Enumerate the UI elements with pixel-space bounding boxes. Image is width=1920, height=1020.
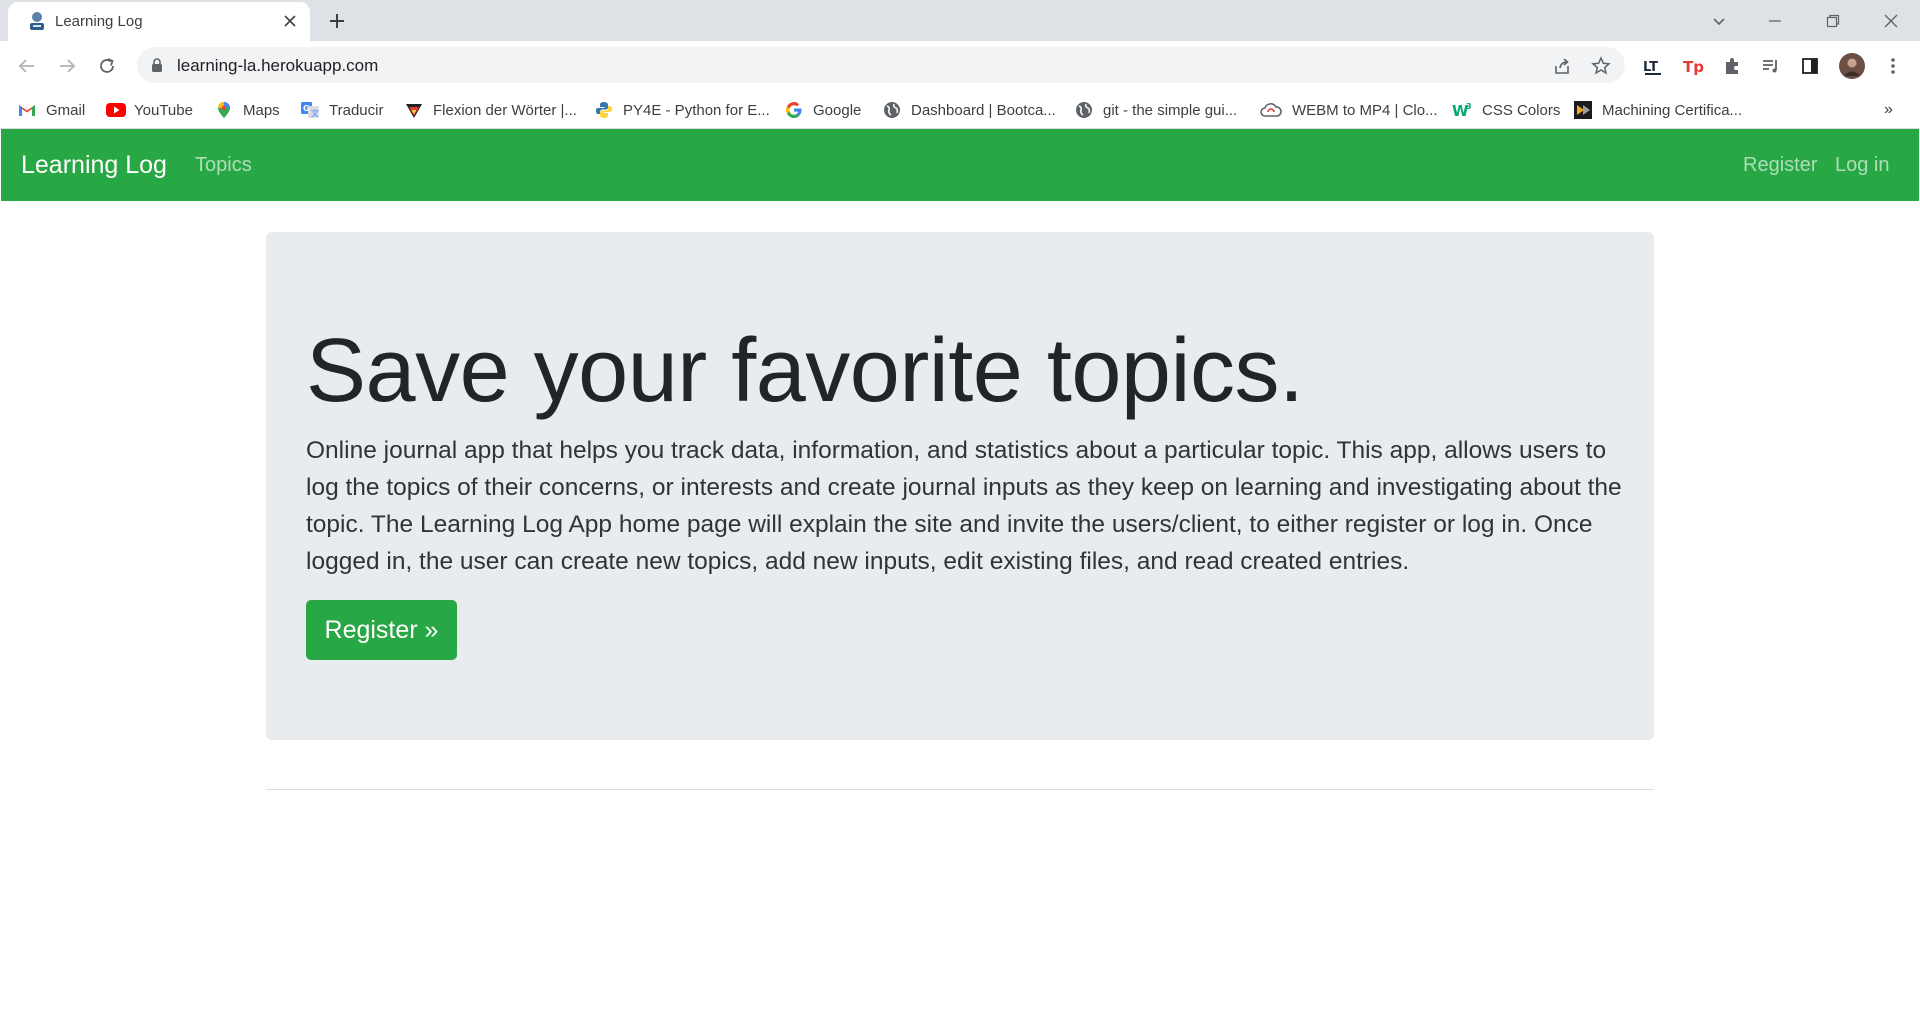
back-arrow-icon[interactable] <box>14 53 40 79</box>
flexion-icon <box>405 101 423 119</box>
cloudconvert-icon <box>1260 101 1282 119</box>
chrome-menu-icon[interactable] <box>1880 53 1906 79</box>
close-tab-icon[interactable] <box>280 11 300 31</box>
bookmark-machining[interactable]: Machining Certifica... <box>1574 99 1742 121</box>
nav-link-register[interactable]: Register <box>1743 154 1817 177</box>
tab-strip: Learning Log <box>0 0 1920 41</box>
bookmark-maps[interactable]: Maps <box>215 99 280 121</box>
nav-link-login[interactable]: Log in <box>1835 154 1890 177</box>
youtube-icon <box>106 101 126 119</box>
reload-icon[interactable] <box>94 53 120 79</box>
url-text[interactable]: learning-la.herokuapp.com <box>177 56 378 76</box>
site-navbar: Learning Log Topics Register Log in <box>1 129 1919 201</box>
machining-icon <box>1574 101 1592 119</box>
new-tab-icon[interactable] <box>325 9 349 33</box>
bookmark-label: Dashboard | Bootca... <box>911 101 1056 119</box>
browser-toolbar: learning-la.herokuapp.com LT Tp <box>0 41 1920 91</box>
bookmark-git[interactable]: git - the simple gui... <box>1075 99 1237 121</box>
svg-text:3: 3 <box>1466 102 1472 111</box>
side-panel-icon[interactable] <box>1797 53 1823 79</box>
extensions-puzzle-icon[interactable] <box>1719 53 1745 79</box>
hero-title: Save your favorite topics. <box>306 321 1304 421</box>
forward-arrow-icon[interactable] <box>54 53 80 79</box>
nav-link-topics[interactable]: Topics <box>195 154 252 177</box>
maps-icon <box>215 101 233 119</box>
hero-jumbotron: Save your favorite topics. Online journa… <box>266 232 1654 740</box>
page-divider <box>266 789 1654 790</box>
globe-icon <box>883 101 901 119</box>
bookmark-label: YouTube <box>134 101 193 119</box>
bookmark-label: PY4E - Python for E... <box>623 101 770 119</box>
minimize-icon[interactable] <box>1762 8 1788 34</box>
bookmark-label: Machining Certifica... <box>1602 101 1743 119</box>
tab-title: Learning Log <box>55 13 143 30</box>
bookmarks-overflow-button[interactable]: » <box>1884 99 1893 121</box>
share-icon[interactable] <box>1551 55 1573 77</box>
bookmark-gmail[interactable]: Gmail <box>18 99 85 121</box>
bookmark-label: WEBM to MP4 | Clo... <box>1292 101 1438 119</box>
bookmark-label: Flexion der Wörter |... <box>433 101 577 119</box>
learning-log-favicon-icon <box>26 10 48 32</box>
close-window-icon[interactable] <box>1878 8 1904 34</box>
bookmark-label: Maps <box>243 101 280 119</box>
bookmark-label: CSS Colors <box>1482 101 1561 119</box>
gmail-icon <box>18 101 36 119</box>
hero-description: Online journal app that helps you track … <box>306 437 1622 575</box>
translate-icon: G文 <box>301 101 319 119</box>
svg-text:G: G <box>303 104 310 113</box>
bookmark-label: Gmail <box>46 101 86 119</box>
bookmark-label: Google <box>813 101 862 119</box>
bookmark-flexion[interactable]: Flexion der Wörter |... <box>405 99 577 121</box>
bookmark-dashboard[interactable]: Dashboard | Bootca... <box>883 99 1056 121</box>
google-icon <box>785 101 803 119</box>
w3schools-icon: W3 <box>1452 101 1472 120</box>
lock-icon[interactable] <box>149 57 165 73</box>
python-icon <box>595 101 613 119</box>
bookmark-css-colors[interactable]: W3 CSS Colors <box>1452 99 1560 121</box>
bookmark-webm-to-mp4[interactable]: WEBM to MP4 | Clo... <box>1260 99 1438 121</box>
register-button[interactable]: Register » <box>306 600 457 660</box>
bookmark-label: Traducir <box>329 101 384 119</box>
svg-text:LT: LT <box>1643 60 1658 75</box>
address-bar[interactable]: learning-la.herokuapp.com <box>137 47 1625 83</box>
tab-learning-log[interactable]: Learning Log <box>8 2 310 41</box>
restore-icon[interactable] <box>1820 8 1846 34</box>
globe-icon <box>1075 101 1093 119</box>
navbar-brand[interactable]: Learning Log <box>21 151 167 180</box>
bookmark-star-icon[interactable] <box>1590 55 1612 77</box>
bookmark-label: git - the simple gui... <box>1103 101 1238 119</box>
media-queue-icon[interactable] <box>1758 53 1784 79</box>
bookmark-traducir[interactable]: G文 Traducir <box>301 99 383 121</box>
tp-extension-icon[interactable]: Tp <box>1680 53 1706 79</box>
svg-text:文: 文 <box>311 108 319 118</box>
tab-search-icon[interactable] <box>1706 8 1732 34</box>
bookmark-py4e[interactable]: PY4E - Python for E... <box>595 99 770 121</box>
svg-text:Tp: Tp <box>1683 58 1704 76</box>
profile-avatar-icon[interactable] <box>1839 53 1865 79</box>
bookmark-youtube[interactable]: YouTube <box>106 99 193 121</box>
bookmarks-bar: Gmail YouTube Maps G文 Traducir Flexion d… <box>0 91 1920 129</box>
bookmark-google[interactable]: Google <box>785 99 861 121</box>
languagetool-extension-icon[interactable]: LT <box>1640 53 1666 79</box>
